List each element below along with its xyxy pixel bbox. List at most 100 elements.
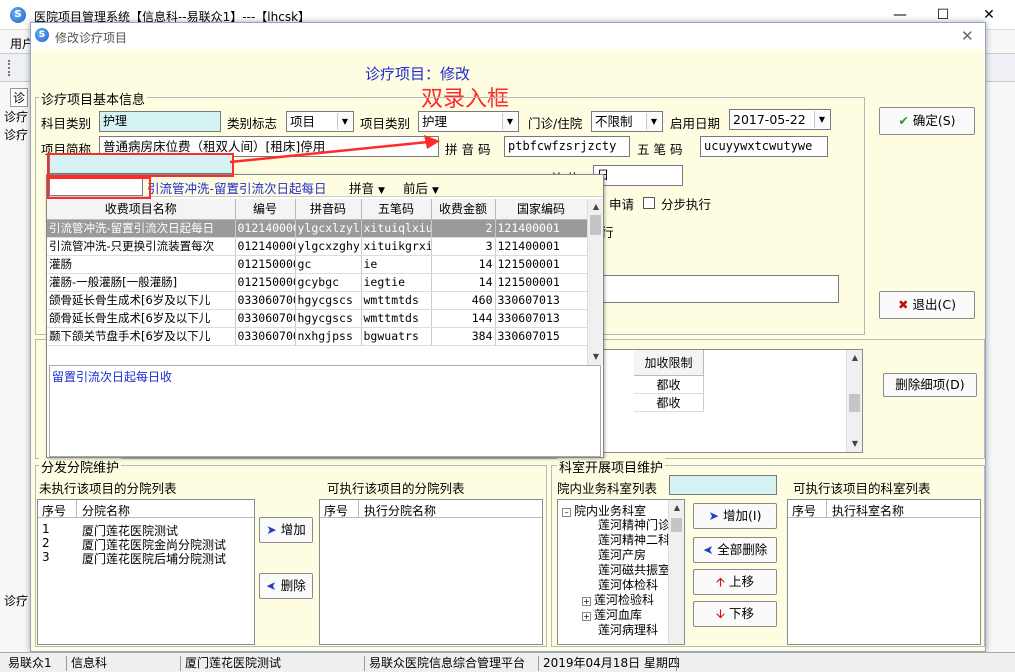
arrow-right-icon: ➤ bbox=[266, 522, 277, 537]
popup-grid[interactable]: 收费项目名称 编号 拼音码 五笔码 收费金额 国家编码 引流管冲洗-留置引流次日… bbox=[47, 199, 603, 365]
exec-dept-title: 可执行该项目的科室列表 bbox=[793, 481, 931, 496]
dept-tree-scrollbar[interactable]: ▲ bbox=[668, 500, 684, 644]
delete-detail-button[interactable]: 删除细项(D) bbox=[883, 373, 977, 397]
dialog-title: 修改诊疗项目 bbox=[55, 31, 128, 45]
not-exec-branch-title: 未执行该项目的分院列表 bbox=[39, 481, 177, 496]
exec-dept-list[interactable]: 序号 执行科室名称 bbox=[787, 499, 981, 645]
status-user: 易联众1 bbox=[8, 656, 52, 670]
type-flag-label: 类别标志 bbox=[227, 116, 278, 131]
col-national[interactable]: 国家编码 bbox=[495, 199, 588, 220]
x-icon: ✖ bbox=[898, 297, 909, 312]
confirm-button-label: 确定(S) bbox=[912, 113, 956, 128]
detail-col-limit: 加收限制 bbox=[634, 350, 704, 376]
dialog-close-icon[interactable]: ✕ bbox=[961, 27, 974, 45]
category-field[interactable]: 护理 bbox=[99, 111, 221, 132]
dept-group-title: 科室开展项目维护 bbox=[557, 457, 666, 476]
table-row[interactable]: 颌骨延长骨生成术[6岁及以下儿 033060700 hgycgscs wmttmtds… bbox=[47, 291, 588, 310]
side-label-2: 诊疗 bbox=[4, 128, 29, 142]
start-date-picker[interactable]: 2017-05-22 ▼ bbox=[729, 109, 831, 130]
start-date-label: 启用日期 bbox=[670, 116, 721, 131]
delete-all-dept-button-label: 全部删除 bbox=[717, 542, 768, 557]
dialog-titlebar: S 修改诊疗项目 ✕ bbox=[31, 23, 985, 49]
collapse-icon[interactable]: – bbox=[562, 508, 571, 517]
arrow-up-icon: 🡩 bbox=[716, 574, 725, 589]
popup-grid-scrollbar[interactable]: ▲ ▼ bbox=[587, 199, 603, 365]
delete-all-dept-button[interactable]: ➤ 全部删除 bbox=[693, 537, 777, 563]
detail-scrollbar[interactable]: ▲ ▼ bbox=[846, 350, 862, 452]
expand-icon[interactable]: + bbox=[582, 597, 591, 606]
branch-row-seq-1[interactable]: 1 bbox=[42, 522, 50, 536]
delete-branch-button[interactable]: ➤ 删除 bbox=[259, 573, 313, 599]
status-hospital: 厦门莲花医院测试 bbox=[180, 656, 281, 671]
scroll-up-icon[interactable]: ▲ bbox=[588, 199, 603, 215]
status-dept: 信息科 bbox=[66, 656, 107, 671]
annotation-highlight-box-small bbox=[47, 177, 151, 199]
detail-grid[interactable]: 加收限制 都收 都收 ▲ ▼ bbox=[601, 349, 863, 453]
not-exec-branch-list[interactable]: 序号 分院名称 1 厦门莲花医院测试 2 厦门莲花医院金尚分院测试 3 厦门莲花… bbox=[37, 499, 255, 645]
table-row[interactable]: 颞下颌关节盘手术[6岁及以下儿 033060700 nxhgjpss bgwuatrs… bbox=[47, 327, 588, 346]
exec-branch-list[interactable]: 序号 执行分院名称 bbox=[319, 499, 543, 645]
start-date-value: 2017-05-22 bbox=[733, 112, 806, 127]
popup-detail-box[interactable]: 留置引流次日起每日收 bbox=[49, 365, 601, 457]
pinyin-mode-dropdown[interactable]: 拼音 ▼ bbox=[349, 178, 385, 197]
col-code[interactable]: 编号 bbox=[235, 199, 296, 220]
move-up-button[interactable]: 🡩 上移 bbox=[693, 569, 777, 595]
add-branch-button[interactable]: ➤ 增加 bbox=[259, 517, 313, 543]
table-row[interactable]: 颌骨延长骨生成术[6岁及以下儿 033060700 hgycgscs wmttmtds… bbox=[47, 309, 588, 328]
scroll-up-icon[interactable]: ▲ bbox=[669, 500, 684, 516]
table-row[interactable]: 灌肠 012150000 gc ie 14 121500001 bbox=[47, 255, 588, 274]
col-pinyin[interactable]: 拼音码 bbox=[295, 199, 362, 220]
calendar-dropdown-icon: ▼ bbox=[814, 111, 829, 128]
match-mode-dropdown[interactable]: 前后 ▼ bbox=[403, 178, 439, 197]
step-exec-checkbox[interactable] bbox=[643, 195, 655, 209]
scroll-thumb[interactable] bbox=[590, 215, 601, 235]
unit-field[interactable]: 日 bbox=[593, 165, 683, 186]
add-dept-button[interactable]: ➤ 增加(I) bbox=[693, 503, 777, 529]
clinic-select[interactable]: 不限制 ▼ bbox=[591, 111, 663, 132]
expand-icon[interactable]: + bbox=[582, 612, 591, 621]
table-row[interactable]: 引流管冲洗-只更换引流装置每次 012140000 ylgcxzghy xituikg… bbox=[47, 237, 588, 256]
chevron-down-icon: ▼ bbox=[646, 113, 661, 130]
main-tab[interactable]: 诊 bbox=[10, 88, 29, 107]
scroll-up-icon[interactable]: ▲ bbox=[847, 350, 862, 366]
main-right-scrollbar[interactable] bbox=[986, 82, 1015, 652]
scroll-thumb[interactable] bbox=[849, 394, 860, 412]
type-flag-select[interactable]: 项目 ▼ bbox=[286, 111, 354, 132]
branch-row-seq-2[interactable]: 2 bbox=[42, 536, 50, 550]
check-icon: ✔ bbox=[898, 113, 909, 128]
item-type-select[interactable]: 护理 ▼ bbox=[418, 111, 519, 132]
scroll-down-icon[interactable]: ▼ bbox=[588, 349, 603, 365]
pinyin-field[interactable]: ptbfcwfzsrjzcty bbox=[504, 136, 630, 157]
detail-row-limit-1: 都收 bbox=[634, 376, 704, 394]
scroll-thumb[interactable] bbox=[671, 518, 682, 532]
popup-detail-text: 留置引流次日起每日收 bbox=[52, 370, 173, 384]
dept-search-field[interactable] bbox=[669, 475, 777, 495]
col-amount[interactable]: 收费金额 bbox=[431, 199, 496, 220]
dept-tree[interactable]: – 院内业务科室 莲河精神门诊 莲河精神二科 莲河产房 莲河磁共振室 莲河体检科 … bbox=[557, 499, 685, 645]
branch-row-name-3[interactable]: 厦门莲花医院后埔分院测试 bbox=[82, 550, 226, 567]
annotation-arrow-icon bbox=[229, 135, 440, 164]
exec-dept-col-name: 执行科室名称 bbox=[832, 504, 905, 518]
tree-item-8[interactable]: 莲河病理科 bbox=[598, 621, 658, 638]
arrow-right-icon: ➤ bbox=[708, 508, 720, 523]
scroll-down-icon[interactable]: ▼ bbox=[847, 436, 862, 452]
popup-selected-desc: 引流管冲洗-留置引流次日起每日 bbox=[147, 181, 327, 196]
col-wubi[interactable]: 五笔码 bbox=[361, 199, 432, 220]
chevron-down-icon: ▼ bbox=[337, 113, 352, 130]
arrow-down-icon: 🡫 bbox=[716, 606, 725, 621]
exec-branch-col-name: 执行分院名称 bbox=[364, 504, 437, 518]
exit-button[interactable]: ✖ 退出(C) bbox=[879, 291, 975, 319]
category-label: 科目类别 bbox=[41, 116, 92, 131]
chevron-down-icon: ▼ bbox=[502, 113, 517, 130]
confirm-button[interactable]: ✔ 确定(S) bbox=[879, 107, 975, 135]
remarks-field[interactable] bbox=[601, 275, 839, 303]
step-exec-label: 分步执行 bbox=[661, 197, 712, 212]
side-label-3: 诊疗 bbox=[4, 594, 29, 608]
table-row[interactable]: 引流管冲洗-留置引流次日起每日 012140000 ylgcxlzyl xituiql… bbox=[47, 219, 588, 238]
wubi-field[interactable]: ucuyywxtcwutywe bbox=[700, 136, 828, 157]
table-row[interactable]: 灌肠-一般灌肠[一般灌肠] 012150000 gcybgc iegtie 14 1215… bbox=[47, 273, 588, 292]
col-name[interactable]: 收费项目名称 bbox=[47, 199, 236, 220]
move-down-button[interactable]: 🡫 下移 bbox=[693, 601, 777, 627]
item-type-label: 项目类别 bbox=[360, 116, 411, 131]
branch-row-seq-3[interactable]: 3 bbox=[42, 550, 50, 564]
